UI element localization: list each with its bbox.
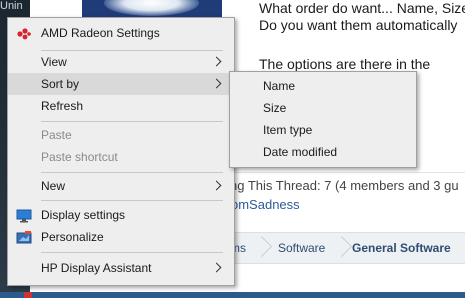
menu-separator: [41, 200, 223, 201]
chevron-right-icon: [211, 56, 222, 67]
submenu-item-date-modified[interactable]: Date modified: [230, 141, 416, 163]
menu-separator: [41, 172, 223, 173]
display-icon: [16, 208, 32, 223]
amd-radeon-icon: [16, 26, 32, 40]
menu-item-refresh[interactable]: Refresh: [8, 95, 234, 117]
desktop-fragment-text: Unin: [0, 0, 23, 12]
submenu-item-label: Name: [263, 79, 296, 93]
submenu-item-name[interactable]: Name: [230, 75, 416, 97]
submenu-item-item-type[interactable]: Item type: [230, 119, 416, 141]
breadcrumb-separator: [250, 235, 273, 258]
menu-separator: [41, 121, 223, 122]
menu-item-label: Sort by: [41, 77, 80, 91]
menu-item-label: Refresh: [41, 99, 84, 113]
menu-item-label: Paste shortcut: [41, 150, 118, 164]
menu-item-view[interactable]: View: [8, 51, 234, 73]
breadcrumb: ms Software General Software: [230, 232, 465, 264]
post-text-line: What order do want... Name, Size: [259, 0, 465, 16]
breadcrumb-item[interactable]: Software: [278, 233, 325, 263]
menu-item-paste[interactable]: Paste: [8, 124, 234, 146]
menu-item-label: AMD Radeon Settings: [41, 26, 160, 40]
submenu-item-label: Size: [263, 101, 287, 115]
menu-separator: [41, 252, 223, 253]
chevron-right-icon: [211, 78, 222, 89]
menu-item-display-settings[interactable]: Display settings: [8, 204, 234, 226]
desktop-context-menu: AMD Radeon Settings View Sort by Refresh…: [7, 17, 235, 286]
breadcrumb-separator: [330, 235, 353, 258]
personalize-icon: [16, 230, 32, 244]
breadcrumb-item-current[interactable]: General Software: [352, 233, 451, 263]
menu-item-label: New: [41, 179, 66, 193]
menu-item-label: HP Display Assistant: [41, 261, 152, 275]
chevron-right-icon: [211, 262, 222, 273]
menu-item-hp-display-assistant[interactable]: HP Display Assistant: [8, 257, 234, 279]
menu-item-new[interactable]: New: [8, 175, 234, 197]
menu-item-sort-by[interactable]: Sort by: [8, 73, 234, 95]
menu-item-amd-radeon-settings[interactable]: AMD Radeon Settings: [8, 22, 234, 44]
username-link[interactable]: omSadness: [231, 197, 300, 212]
sort-by-submenu: Name Size Item type Date modified: [229, 71, 417, 168]
submenu-item-label: Item type: [263, 123, 313, 137]
menu-item-label: Paste: [41, 128, 72, 142]
chevron-right-icon: [211, 180, 222, 191]
menu-item-label: Display settings: [41, 208, 126, 222]
submenu-item-label: Date modified: [263, 145, 338, 159]
post-text-line: Do you want them automatically: [259, 17, 458, 33]
menu-item-paste-shortcut[interactable]: Paste shortcut: [8, 146, 234, 168]
background-thumbnail: [82, 0, 222, 18]
menu-item-label: Personalize: [41, 230, 104, 244]
post-text-line: The options are there in the: [259, 56, 431, 72]
viewing-thread-text: ng This Thread: 7 (4 members and 3 gu: [230, 178, 459, 193]
taskbar-accent: [24, 292, 32, 298]
submenu-item-size[interactable]: Size: [230, 97, 416, 119]
taskbar-edge: [0, 292, 465, 298]
divider: [230, 172, 465, 173]
menu-item-label: View: [41, 55, 67, 69]
menu-item-personalize[interactable]: Personalize: [8, 226, 234, 248]
